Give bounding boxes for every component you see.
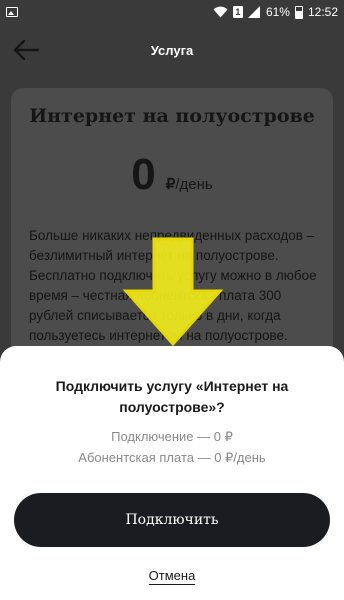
cancel-label[interactable]: Отмена [148, 568, 196, 585]
confirm-bottom-sheet: Подключить услугу «Интернет на полуостро… [0, 346, 344, 600]
battery-percent: 61% [265, 5, 290, 19]
gallery-notification-icon [6, 7, 18, 17]
price: 0 ₽/день [11, 150, 333, 200]
subscription-fee: Абонентская плата — 0 ₽/день [78, 450, 266, 465]
dialog-title: Подключить услугу «Интернет на полуостро… [55, 378, 289, 415]
down-arrow-annotation-icon [122, 237, 224, 347]
connection-fee: Подключение — 0 ₽ [111, 429, 233, 444]
status-bar: 1 61% 12:52 [0, 0, 344, 24]
app-header: Услуга [0, 24, 344, 76]
cancel-link[interactable]: Отмена [0, 568, 344, 585]
price-value: 0 [131, 150, 156, 199]
back-arrow-icon[interactable] [12, 39, 40, 61]
wifi-icon [213, 6, 228, 18]
price-period: /день [175, 176, 213, 193]
page-title: Услуга [150, 42, 194, 58]
connect-button[interactable]: Подключить [14, 493, 330, 547]
price-unit: ₽/день [166, 175, 213, 193]
signal-icon [247, 6, 260, 18]
battery-icon [294, 5, 303, 19]
sim-icon: 1 [232, 6, 243, 18]
service-title: Интернет на полуострове [29, 105, 315, 127]
clock: 12:52 [307, 5, 338, 19]
price-currency: ₽ [165, 176, 176, 193]
